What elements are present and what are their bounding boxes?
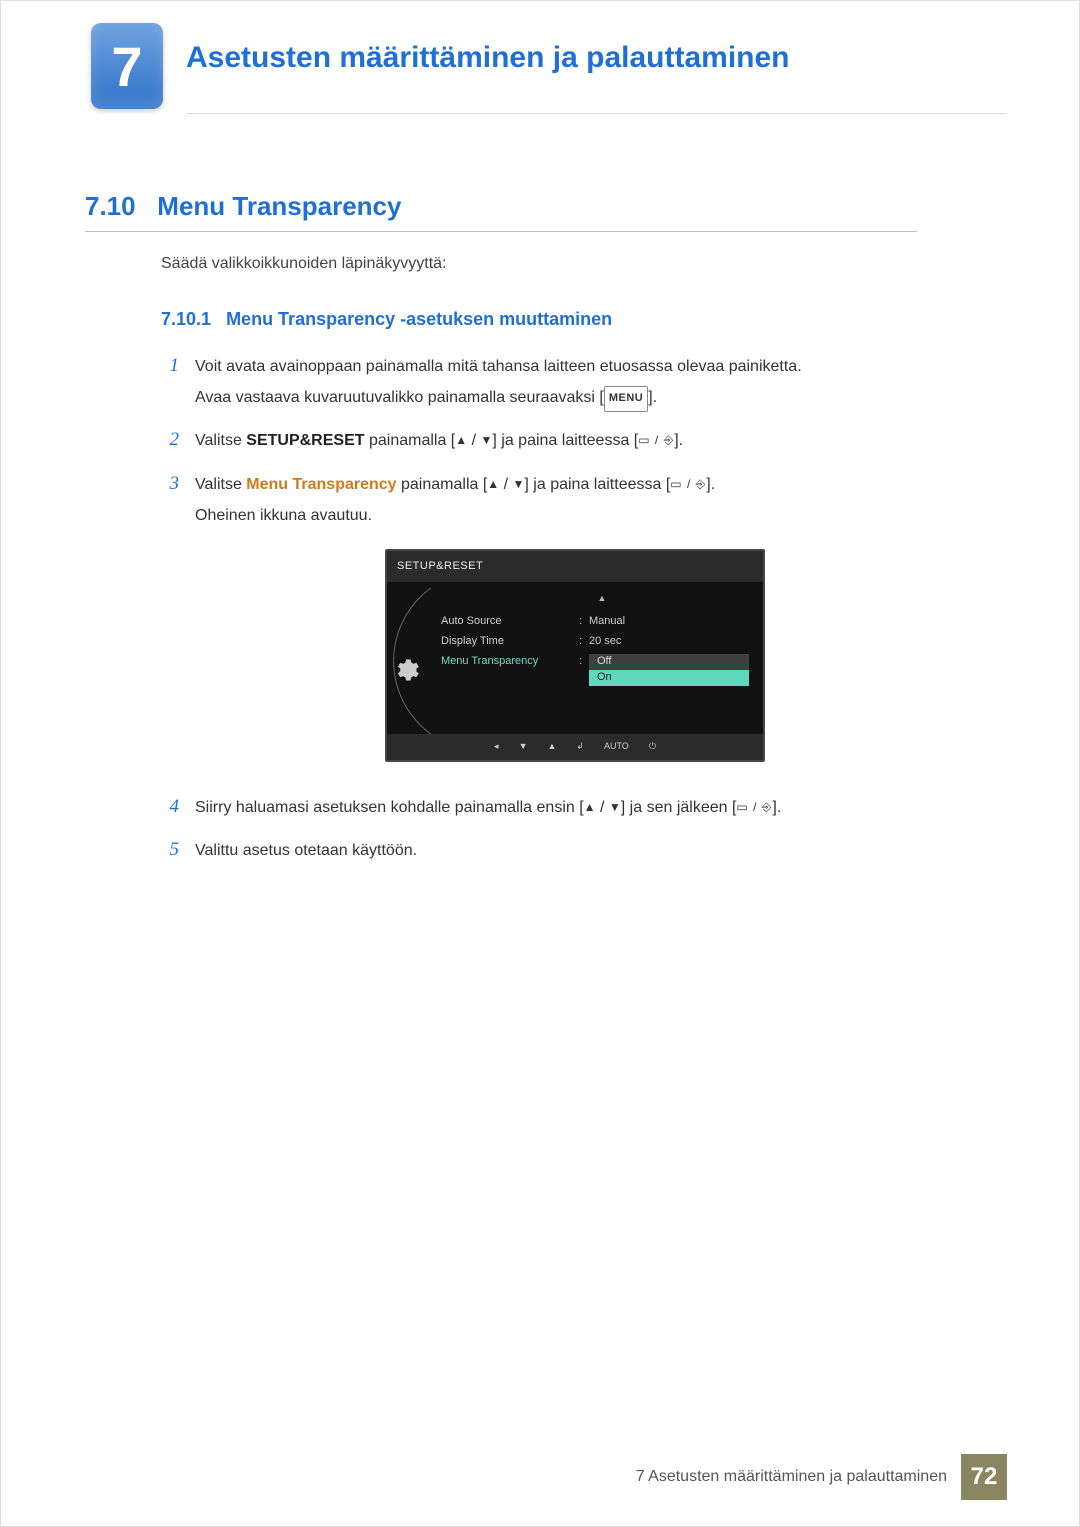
step-text: ] ja sen jälkeen [ xyxy=(621,799,737,816)
triangle-up-icon: ▲ xyxy=(584,796,596,819)
osd-footer-power-icon: ⏻ xyxy=(649,738,656,756)
chapter-number-badge: 7 xyxy=(91,23,163,109)
step-text: ]. xyxy=(706,476,715,493)
step-2: 2 Valitse SETUP&RESET painamalla [▲ / ▼]… xyxy=(161,425,917,456)
source-enter-icon: ▭ / ⎆ xyxy=(670,473,706,496)
osd-row-label: Auto Source xyxy=(441,611,579,632)
osd-footer: ◂ ▼ ▲ ↲ AUTO ⏻ xyxy=(387,734,763,760)
section-number: 7.10 xyxy=(85,191,136,221)
step-body: Valitse Menu Transparency painamalla [ ▲ … xyxy=(195,469,765,780)
step-5: 5 Valittu asetus otetaan käyttöön. xyxy=(161,835,917,866)
subsection-title: Menu Transparency -asetuksen muuttaminen xyxy=(226,309,612,329)
osd-row-label: Display Time xyxy=(441,631,579,652)
bold-label: SETUP&RESET xyxy=(246,432,364,449)
step-text: ] ja paina laitteessa [ xyxy=(492,432,638,449)
osd-option-off: Off xyxy=(589,654,749,670)
slash: / xyxy=(467,432,480,449)
step-list: 1 Voit avata avainoppaan painamalla mitä… xyxy=(161,351,917,878)
osd-row-label: Menu Transparency xyxy=(441,651,579,672)
osd-row: Auto Source : Manual xyxy=(441,612,763,632)
gear-icon xyxy=(392,656,420,684)
document-page: 7 Asetusten määrittäminen ja palauttamin… xyxy=(0,0,1080,1527)
step-body: Valittu asetus otetaan käyttöön. xyxy=(195,835,417,866)
step-text: painamalla [ xyxy=(397,476,488,493)
osd-row-value: Manual xyxy=(589,611,625,632)
triangle-down-icon: ▼ xyxy=(513,473,525,496)
osd-option-list: Off On xyxy=(589,654,749,686)
page-number-badge: 72 xyxy=(961,1454,1007,1500)
header-divider xyxy=(187,113,1007,114)
osd-row: Display Time : 20 sec xyxy=(441,632,763,652)
step-number: 4 xyxy=(161,792,179,823)
triangle-up-icon: ▲ xyxy=(487,473,499,496)
source-enter-icon: ▭ / ⎆ xyxy=(736,796,772,819)
subsection-heading: 7.10.1 Menu Transparency -asetuksen muut… xyxy=(161,309,612,330)
osd-title: SETUP&RESET xyxy=(387,551,763,582)
step-text: ]. xyxy=(772,799,781,816)
osd-row-value: 20 sec xyxy=(589,631,621,652)
step-number: 3 xyxy=(161,469,179,780)
triangle-down-icon: ▼ xyxy=(480,429,492,452)
osd-footer-back-icon: ◂ xyxy=(494,738,499,756)
step-text: Valitse xyxy=(195,432,246,449)
osd-colon: : xyxy=(579,651,589,672)
triangle-down-icon: ▼ xyxy=(609,796,621,819)
step-text: Voit avata avainoppaan painamalla mitä t… xyxy=(195,358,802,375)
osd-colon: : xyxy=(579,611,589,632)
step-body: Voit avata avainoppaan painamalla mitä t… xyxy=(195,351,802,413)
step-4: 4 Siirry haluamasi asetuksen kohdalle pa… xyxy=(161,792,917,823)
step-text: ]. xyxy=(674,432,683,449)
page-footer: 7 Asetusten määrittäminen ja palauttamin… xyxy=(636,1454,1007,1500)
slash: / xyxy=(499,476,512,493)
section-title: Menu Transparency xyxy=(157,191,401,221)
section-heading: 7.10 Menu Transparency xyxy=(85,191,401,222)
footer-chapter-label: 7 Asetusten määrittäminen ja palauttamin… xyxy=(636,1468,947,1486)
osd-footer-enter-icon: ↲ xyxy=(576,738,584,756)
step-1: 1 Voit avata avainoppaan painamalla mitä… xyxy=(161,351,917,413)
step-body: Valitse SETUP&RESET painamalla [▲ / ▼] j… xyxy=(195,425,683,456)
slash: / xyxy=(596,799,609,816)
step-text: painamalla [ xyxy=(365,432,456,449)
osd-screenshot: SETUP&RESET ▲ Auto Source : Manual xyxy=(385,549,765,762)
chapter-title: Asetusten määrittäminen ja palauttaminen xyxy=(186,41,790,75)
step-number: 1 xyxy=(161,351,179,413)
step-number: 2 xyxy=(161,425,179,456)
step-text: Oheinen ikkuna avautuu. xyxy=(195,507,372,524)
step-text: Valitse xyxy=(195,476,246,493)
step-text: Avaa vastaava kuvaruutuvalikko painamall… xyxy=(195,389,604,406)
osd-body: ▲ Auto Source : Manual Display Time : 20… xyxy=(387,582,763,734)
osd-option-on-selected: On xyxy=(589,670,749,686)
step-3: 3 Valitse Menu Transparency painamalla [… xyxy=(161,469,917,780)
osd-footer-auto-label: AUTO xyxy=(604,738,629,756)
step-text: ]. xyxy=(648,389,657,406)
step-number: 5 xyxy=(161,835,179,866)
osd-up-arrow-icon: ▲ xyxy=(441,588,763,612)
osd-colon: : xyxy=(579,631,589,652)
step-text: Siirry haluamasi asetuksen kohdalle pain… xyxy=(195,799,584,816)
step-body: Siirry haluamasi asetuksen kohdalle pain… xyxy=(195,792,781,823)
section-divider xyxy=(85,231,917,232)
osd-footer-down-icon: ▼ xyxy=(519,738,528,756)
intro-text: Säädä valikkoikkunoiden läpinäkyvyyttä: xyxy=(161,255,447,273)
menu-key-icon: MENU xyxy=(604,386,648,411)
osd-footer-up-icon: ▲ xyxy=(548,738,557,756)
step-text: Valittu asetus otetaan käyttöön. xyxy=(195,842,417,859)
step-text: ] ja paina laitteessa [ xyxy=(524,476,670,493)
triangle-up-icon: ▲ xyxy=(455,429,467,452)
subsection-number: 7.10.1 xyxy=(161,309,211,329)
source-enter-icon: ▭ / ⎆ xyxy=(638,429,674,452)
bold-label: Menu Transparency xyxy=(246,476,396,493)
